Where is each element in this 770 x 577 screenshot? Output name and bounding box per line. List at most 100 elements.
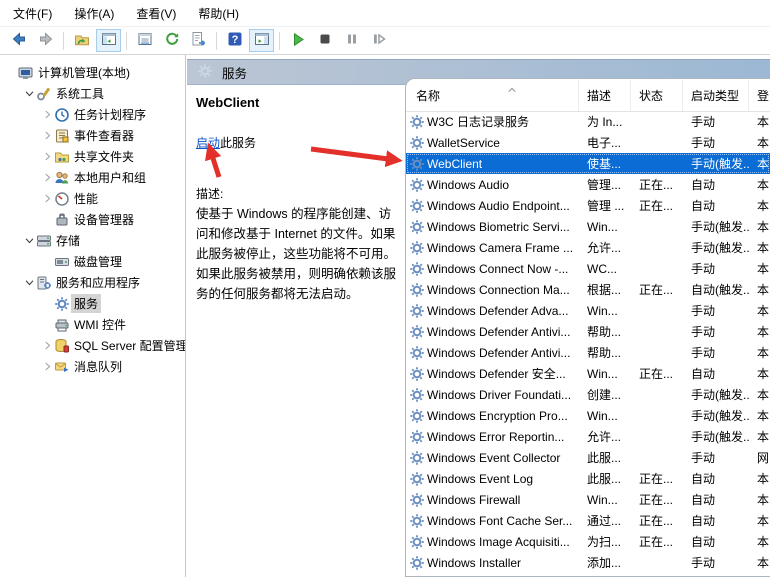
sidebar-item[interactable]: WMI 控件	[0, 314, 185, 335]
column-header-description[interactable]: 描述	[579, 80, 631, 111]
toolbar-separator	[126, 32, 127, 50]
properties-button[interactable]	[132, 29, 157, 52]
service-name-cell: Windows Image Acquisiti...	[406, 534, 579, 550]
sidebar-item[interactable]: 共享文件夹	[0, 146, 185, 167]
show-action-pane-button[interactable]	[249, 29, 274, 52]
sidebar-item[interactable]: 存储	[0, 230, 185, 251]
sidebar-item[interactable]: 事件查看器	[0, 125, 185, 146]
table-row[interactable]: Windows Encryption Pro...Win...手动(触发...本	[406, 405, 770, 426]
chevron-right-icon[interactable]	[40, 361, 54, 372]
menu-view[interactable]: 查看(V)	[125, 0, 187, 27]
column-header-name[interactable]: 名称	[406, 80, 579, 111]
service-gear-icon	[409, 114, 425, 130]
column-header-status[interactable]: 状态	[631, 80, 683, 111]
service-description-cell: 根据...	[579, 281, 631, 298]
table-row[interactable]: W3C 日志记录服务为 In...手动本	[406, 111, 770, 132]
menu-action[interactable]: 操作(A)	[63, 0, 125, 27]
sidebar-item[interactable]: 磁盘管理	[0, 251, 185, 272]
table-row[interactable]	[406, 573, 770, 576]
table-row[interactable]: Windows Camera Frame ...允许...手动(触发...本	[406, 237, 770, 258]
start-service-link[interactable]: 启动	[196, 136, 220, 150]
sidebar-item[interactable]: 任务计划程序	[0, 104, 185, 125]
service-startup-type-cell: 手动	[683, 260, 749, 277]
menu-file[interactable]: 文件(F)	[2, 0, 63, 27]
pause-service-button[interactable]	[339, 29, 364, 52]
table-row[interactable]: WalletService电子...手动本	[406, 132, 770, 153]
service-description-cell: 允许...	[579, 239, 631, 256]
menu-help[interactable]: 帮助(H)	[187, 0, 250, 27]
table-row[interactable]: Windows Connect Now -...WC...手动本	[406, 258, 770, 279]
chevron-right-icon[interactable]	[40, 109, 54, 120]
table-row[interactable]: Windows Font Cache Ser...通过...正在...自动本	[406, 510, 770, 531]
sidebar-item[interactable]: 本地用户和组	[0, 167, 185, 188]
show-console-tree-button[interactable]	[96, 29, 121, 52]
chevron-right-icon[interactable]	[40, 340, 54, 351]
forward-button[interactable]	[33, 29, 58, 52]
service-name: WalletService	[427, 136, 500, 150]
chevron-down-icon[interactable]	[22, 277, 36, 288]
table-row[interactable]: Windows Event Log此服...正在...自动本	[406, 468, 770, 489]
sidebar-item[interactable]: 设备管理器	[0, 209, 185, 230]
service-startup-type-cell: 手动(触发...	[683, 218, 749, 235]
back-button[interactable]	[6, 29, 31, 52]
chevron-down-icon[interactable]	[22, 235, 36, 246]
services-list: 名称 描述 状态 启动类型 登 W3C 日志记录服务为 In...手动本Wall…	[405, 78, 770, 577]
sidebar-item[interactable]: 服务	[0, 293, 185, 314]
chevron-right-icon[interactable]	[40, 172, 54, 183]
table-row[interactable]: Windows Installer添加...手动本	[406, 552, 770, 573]
sidebar-item[interactable]: 消息队列	[0, 356, 185, 377]
start-service-button[interactable]	[285, 29, 310, 52]
column-header-startup-type[interactable]: 启动类型	[683, 80, 749, 111]
table-row[interactable]: Windows Image Acquisiti...为扫...正在...自动本	[406, 531, 770, 552]
svg-text:?: ?	[231, 34, 238, 46]
service-name: Windows Defender Antivi...	[427, 325, 570, 339]
sidebar-item-label: 服务	[71, 294, 101, 313]
service-name-cell: WalletService	[406, 135, 579, 151]
column-header-label: 启动类型	[691, 87, 739, 104]
up-one-level-button[interactable]	[69, 29, 94, 52]
services-icon	[54, 296, 71, 312]
toolbar-separator	[63, 32, 64, 50]
table-row[interactable]: Windows Audio管理...正在...自动本	[406, 174, 770, 195]
chevron-right-icon[interactable]	[40, 151, 54, 162]
service-name-cell: Windows Error Reportin...	[406, 429, 579, 445]
table-row[interactable]: WebClient使基...手动(触发...本	[406, 153, 770, 174]
service-name-cell: Windows Event Log	[406, 471, 579, 487]
chevron-right-icon[interactable]	[40, 193, 54, 204]
sidebar-item[interactable]: 性能	[0, 188, 185, 209]
table-row[interactable]: Windows Error Reportin...允许...手动(触发...本	[406, 426, 770, 447]
sidebar-item[interactable]: SQL Server 配置管理器	[0, 335, 185, 356]
service-gear-icon	[409, 324, 425, 340]
service-startup-type-cell: 手动(触发...	[683, 155, 749, 172]
sidebar-item[interactable]: 系统工具	[0, 83, 185, 104]
restart-service-button[interactable]	[366, 29, 391, 52]
table-row[interactable]: Windows FirewallWin...正在...自动本	[406, 489, 770, 510]
table-row[interactable]: Windows Connection Ma...根据...正在...自动(触发.…	[406, 279, 770, 300]
chevron-down-icon[interactable]	[22, 88, 36, 99]
table-row[interactable]: Windows Driver Foundati...创建...手动(触发...本	[406, 384, 770, 405]
table-row[interactable]: Windows Event Collector此服...手动网	[406, 447, 770, 468]
table-row[interactable]: Windows Audio Endpoint...管理 ...正在...自动本	[406, 195, 770, 216]
help-button[interactable]: ?	[222, 29, 247, 52]
service-logon-as-cell: 网	[749, 449, 770, 466]
service-name-cell: Windows Camera Frame ...	[406, 240, 579, 256]
table-row[interactable]: Windows Defender Adva...Win...手动本	[406, 300, 770, 321]
sidebar-item[interactable]: 服务和应用程序	[0, 272, 185, 293]
table-row[interactable]: Windows Defender Antivi...帮助...手动本	[406, 342, 770, 363]
service-logon-as-cell: 本	[749, 470, 770, 487]
service-description-cell: 帮助...	[579, 323, 631, 340]
service-name-cell: Windows Defender 安全...	[406, 365, 579, 382]
chevron-right-icon[interactable]	[40, 130, 54, 141]
refresh-button[interactable]	[159, 29, 184, 52]
table-row[interactable]: Windows Biometric Servi...Win...手动(触发...…	[406, 216, 770, 237]
service-description-cell: 管理...	[579, 176, 631, 193]
sidebar-item[interactable]: 计算机管理(本地)	[0, 62, 185, 83]
table-row[interactable]: Windows Defender Antivi...帮助...手动本	[406, 321, 770, 342]
stop-service-button[interactable]	[312, 29, 337, 52]
column-header-logon-as[interactable]: 登	[749, 80, 770, 111]
service-logon-as-cell: 本	[749, 407, 770, 424]
sidebar-item-label: 事件查看器	[71, 126, 137, 145]
service-name: Windows Defender 安全...	[427, 365, 566, 382]
export-list-button[interactable]	[186, 29, 211, 52]
table-row[interactable]: Windows Defender 安全...Win...正在...自动本	[406, 363, 770, 384]
